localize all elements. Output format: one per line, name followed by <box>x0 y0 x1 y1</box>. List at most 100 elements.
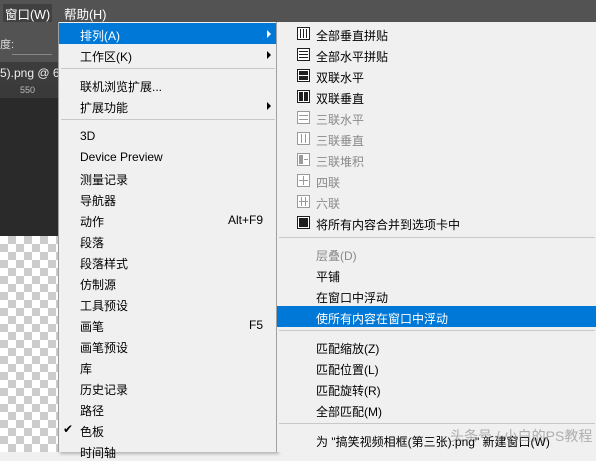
menu-item-label: 库 <box>80 362 93 376</box>
menu-item-tile-all-vertical[interactable]: 全部垂直拼贴 <box>277 23 596 44</box>
menu-item-label: 历史记录 <box>80 383 129 397</box>
menu-item-label: 时间轴 <box>80 446 117 460</box>
menu-item-shortcut: F5 <box>248 318 263 332</box>
submenu-arrow-icon <box>267 51 271 59</box>
menu-item-navigator[interactable]: 导航器 <box>59 188 277 209</box>
menu-item-label: 联机浏览扩展... <box>80 80 163 94</box>
menu-item-tool-presets[interactable]: 工具预设 <box>59 293 277 314</box>
menu-item-arrange[interactable]: 排列(A) <box>59 23 277 44</box>
menu-item-label: 测量记录 <box>80 173 129 187</box>
menu-item-label: 层叠(D) <box>316 249 357 263</box>
menu-item-match-location[interactable]: 匹配位置(L) <box>277 357 596 378</box>
menu-item-label: 画笔预设 <box>80 341 129 355</box>
menu-item-label: 全部垂直拼贴 <box>316 29 389 43</box>
menu-item-three-up-horizontal: 三联水平 <box>277 107 596 128</box>
menu-item-browse-extensions[interactable]: 联机浏览扩展... <box>59 74 277 95</box>
menu-item-label: 四联 <box>316 176 341 190</box>
menu-item-brush[interactable]: 画笔 F5 <box>59 314 277 335</box>
menu-item-label: 仿制源 <box>80 278 117 292</box>
tile-horizontal-icon <box>297 48 310 61</box>
menu-item-measurement-log[interactable]: 测量记录 <box>59 167 277 188</box>
arrange-submenu: 全部垂直拼贴 全部水平拼贴 双联水平 双联垂直 三联水平 三联垂直 三联堆积 四… <box>276 22 596 452</box>
checkmark-icon: ✔ <box>63 422 74 436</box>
menu-separator <box>279 330 595 331</box>
watermark: 头条号 / 小白的PS教程 <box>450 428 593 444</box>
three-up-horizontal-icon <box>297 111 310 124</box>
menu-item-tile-all-horizontal[interactable]: 全部水平拼贴 <box>277 44 596 65</box>
three-up-stacked-icon <box>297 153 310 166</box>
menu-item-history[interactable]: 历史记录 <box>59 377 277 398</box>
menu-item-actions[interactable]: 动作 Alt+F9 <box>59 209 277 230</box>
menu-item-three-up-stacked: 三联堆积 <box>277 149 596 170</box>
menu-item-device-preview[interactable]: Device Preview <box>59 146 277 167</box>
canvas-area <box>0 98 58 236</box>
menu-item-match-rotation[interactable]: 匹配旋转(R) <box>277 378 596 399</box>
submenu-arrow-icon <box>267 30 271 38</box>
menu-item-label: 三联堆积 <box>316 155 365 169</box>
menu-item-label: 全部匹配(M) <box>316 405 382 419</box>
menu-item-label: 三联水平 <box>316 113 365 127</box>
menu-item-timeline[interactable]: 时间轴 <box>59 440 277 461</box>
menu-item-match-all[interactable]: 全部匹配(M) <box>277 399 596 420</box>
menu-item-brush-presets[interactable]: 画笔预设 <box>59 335 277 356</box>
menu-item-float-in-window[interactable]: 在窗口中浮动 <box>277 285 596 306</box>
menu-item-label: 动作 <box>80 215 105 229</box>
menu-item-paths[interactable]: 路径 <box>59 398 277 419</box>
three-up-vertical-icon <box>297 132 310 145</box>
menu-separator <box>279 237 595 238</box>
menu-item-tile[interactable]: 平铺 <box>277 264 596 285</box>
menu-item-label: 匹配旋转(R) <box>316 384 381 398</box>
menu-item-clone-source[interactable]: 仿制源 <box>59 272 277 293</box>
menu-item-label: 双联垂直 <box>316 92 365 106</box>
four-up-icon <box>297 174 310 187</box>
options-bar: 度: <box>0 22 58 62</box>
document-tab[interactable]: 5).png @ 6 <box>0 62 60 84</box>
menu-item-paragraph-styles[interactable]: 段落样式 <box>59 251 277 272</box>
menu-item-label: 3D <box>80 129 96 143</box>
menu-separator <box>61 68 275 69</box>
menu-item-label: 工作区(K) <box>80 50 132 64</box>
options-field[interactable] <box>12 40 52 55</box>
document-tab-title: 5).png @ 6 <box>0 66 60 80</box>
menu-item-label: 在窗口中浮动 <box>316 291 389 305</box>
menu-item-label: 段落样式 <box>80 257 129 271</box>
menu-item-label: 双联水平 <box>316 71 365 85</box>
consolidate-tabs-icon <box>297 216 310 229</box>
menu-item-label: 平铺 <box>316 270 341 284</box>
menu-item-label: 工具预设 <box>80 299 129 313</box>
menu-item-label: 排列(A) <box>80 29 120 43</box>
menu-item-shortcut: Alt+F9 <box>227 213 263 227</box>
menu-item-two-up-vertical[interactable]: 双联垂直 <box>277 86 596 107</box>
menu-item-label: 路径 <box>80 404 105 418</box>
menu-window[interactable]: 窗口(W) <box>3 4 53 23</box>
menu-item-consolidate-tabs[interactable]: 将所有内容合并到选项卡中 <box>277 212 596 233</box>
menu-item-label: 使所有内容在窗口中浮动 <box>316 312 449 326</box>
menu-item-label: 色板 <box>80 425 105 439</box>
menu-item-label: 六联 <box>316 197 341 211</box>
menu-help[interactable]: 帮助(H) <box>64 4 106 23</box>
menu-item-extensions[interactable]: 扩展功能 <box>59 95 277 116</box>
menu-item-four-up: 四联 <box>277 170 596 191</box>
menu-item-three-up-vertical: 三联垂直 <box>277 128 596 149</box>
submenu-arrow-icon <box>267 102 271 110</box>
two-up-horizontal-icon <box>297 69 310 82</box>
menu-item-float-all[interactable]: 使所有内容在窗口中浮动 <box>277 306 596 327</box>
menu-item-workspace[interactable]: 工作区(K) <box>59 44 277 65</box>
menu-item-label: 将所有内容合并到选项卡中 <box>316 218 461 232</box>
transparent-canvas <box>0 236 58 452</box>
menu-item-label: 画笔 <box>80 320 105 334</box>
menu-item-label: 匹配缩放(Z) <box>316 342 380 356</box>
window-menu: 排列(A) 工作区(K) 联机浏览扩展... 扩展功能 3D Device Pr… <box>58 22 277 460</box>
menu-item-paragraph[interactable]: 段落 <box>59 230 277 251</box>
menu-item-match-zoom[interactable]: 匹配缩放(Z) <box>277 336 596 357</box>
menu-item-libraries[interactable]: 库 <box>59 356 277 377</box>
menu-item-label: 段落 <box>80 236 105 250</box>
menu-item-swatches[interactable]: ✔ 色板 <box>59 419 277 440</box>
menu-item-label: 三联垂直 <box>316 134 365 148</box>
ruler: 550 <box>0 84 58 98</box>
menu-item-3d[interactable]: 3D <box>59 125 277 146</box>
menu-item-label: Device Preview <box>80 150 163 164</box>
menu-item-label: 扩展功能 <box>80 101 129 115</box>
menu-item-cascade: 层叠(D) <box>277 243 596 264</box>
menu-item-two-up-horizontal[interactable]: 双联水平 <box>277 65 596 86</box>
